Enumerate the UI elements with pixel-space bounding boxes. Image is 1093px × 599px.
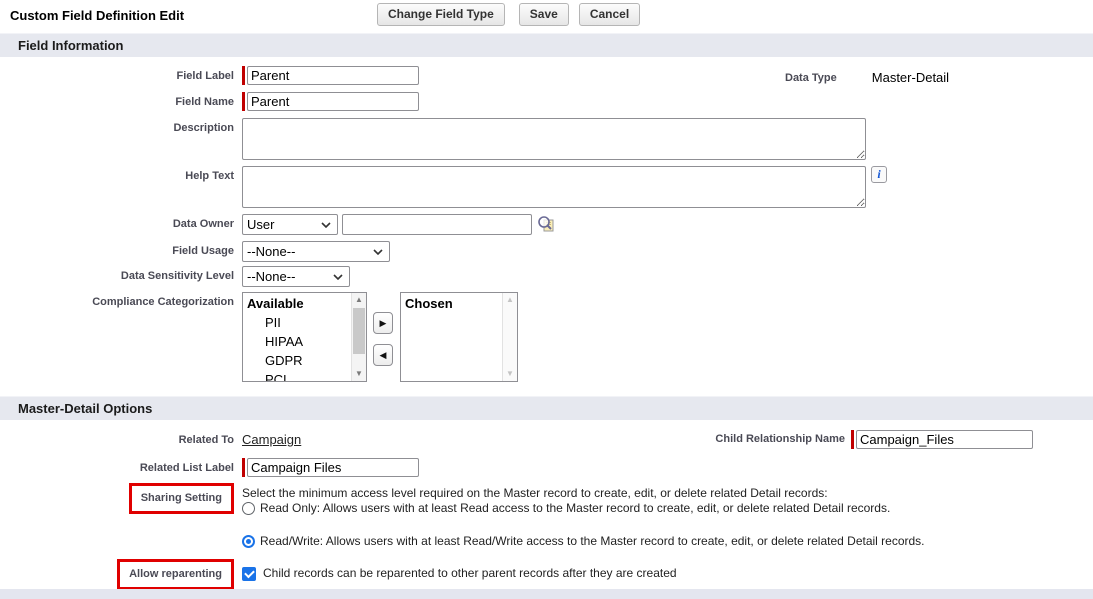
required-indicator [851,430,854,449]
master-detail-section-header: Master-Detail Options [0,396,1093,420]
compliance-categorization-row: Compliance Categorization Available PII … [0,292,1093,382]
move-left-button[interactable]: ◀ [373,344,393,366]
chevron-down-icon [373,249,383,255]
related-to-label: Related To [0,432,234,447]
read-only-radio-label: Read Only: Allows users with at least Re… [260,501,890,516]
field-usage-row: Field Usage --None-- [0,241,1093,262]
field-name-row: Field Name [0,92,1093,111]
data-sensitivity-row: Data Sensitivity Level --None-- [0,266,1093,287]
chevron-down-icon [321,222,331,228]
data-owner-label: Data Owner [0,214,234,231]
lookup-magnifier-icon[interactable] [536,214,556,234]
data-sensitivity-label: Data Sensitivity Level [0,266,234,283]
list-item[interactable]: HIPAA [247,332,366,351]
description-row: Description [0,118,1093,160]
chosen-list-header: Chosen [405,294,517,313]
description-textarea[interactable] [242,118,866,160]
required-indicator [242,66,245,85]
required-indicator [242,458,245,477]
chosen-list-scrollbar: ▲ ▼ [502,293,517,381]
sharing-setting-row: Sharing Setting Select the minimum acces… [0,483,1093,549]
allow-reparenting-label-cell: Allow reparenting [0,559,234,590]
field-name-label: Field Name [0,92,234,109]
field-information-section-header: Field Information [0,33,1093,57]
child-relationship-name-label: Child Relationship Name [700,433,845,446]
available-list-scrollbar[interactable]: ▲ ▼ [351,293,366,381]
help-text-label: Help Text [0,166,234,183]
required-indicator [242,92,245,111]
read-write-option: Read/Write: Allows users with at least R… [242,534,925,549]
read-write-radio[interactable] [242,535,255,548]
available-list-header: Available [247,294,366,313]
page-header: Custom Field Definition Edit Change Fiel… [0,0,1093,30]
allow-reparenting-row: Allow reparenting Child records can be r… [0,559,1093,590]
data-type-value: Master-Detail [872,70,949,85]
change-field-type-button[interactable]: Change Field Type [377,3,505,26]
compliance-chosen-listbox[interactable]: Chosen ▲ ▼ [400,292,518,382]
field-usage-label: Field Usage [0,241,234,258]
related-list-label-row: Related List Label [0,458,1093,477]
sharing-setting-label-cell: Sharing Setting [0,483,234,514]
scroll-down-icon[interactable]: ▼ [352,367,366,381]
scrollbar-thumb[interactable] [353,308,365,354]
help-text-info-icon[interactable]: i [871,166,887,183]
related-list-label-label: Related List Label [0,458,234,475]
data-owner-row: Data Owner User [0,214,1093,235]
save-button[interactable]: Save [519,3,569,26]
list-item[interactable]: GDPR [247,351,366,370]
help-text-textarea[interactable] [242,166,866,208]
field-name-input[interactable] [247,92,419,111]
master-detail-section-title: Master-Detail Options [18,401,152,416]
read-write-radio-label: Read/Write: Allows users with at least R… [260,534,925,549]
compliance-available-listbox[interactable]: Available PII HIPAA GDPR PCI ▲ ▼ [242,292,367,382]
right-arrow-icon: ▶ [380,318,387,329]
field-information-section-title: Field Information [18,38,123,53]
allow-reparenting-checkbox[interactable] [242,567,256,581]
left-arrow-icon: ◀ [380,350,387,361]
field-usage-selected-value: --None-- [247,244,295,259]
compliance-categorization-label: Compliance Categorization [0,292,234,309]
master-detail-section: Related To Campaign Child Relationship N… [0,420,1093,590]
scroll-up-icon[interactable]: ▲ [352,293,366,307]
allow-reparenting-checkbox-label: Child records can be reparented to other… [263,566,677,581]
bottom-section-bar [0,589,1093,599]
data-owner-lookup-input[interactable] [342,214,532,235]
read-only-option: Read Only: Allows users with at least Re… [242,501,925,516]
field-label-label: Field Label [0,66,234,83]
page-title: Custom Field Definition Edit [10,8,184,23]
scroll-down-icon: ▼ [503,367,517,381]
move-right-button[interactable]: ▶ [373,312,393,334]
allow-reparenting-annotation-box: Allow reparenting [117,559,234,590]
child-relationship-name-row: Child Relationship Name [700,430,1033,449]
data-sensitivity-selected-value: --None-- [247,269,295,284]
sharing-setting-annotation-box: Sharing Setting [129,483,234,514]
list-item[interactable]: PCI [247,370,366,382]
scroll-up-icon: ▲ [503,293,517,307]
read-only-radio[interactable] [242,502,255,515]
data-owner-type-select[interactable]: User [242,214,338,235]
field-information-section: Field Label Field Name Description Help … [0,57,1093,396]
data-type-label: Data Type [785,72,837,84]
field-label-input[interactable] [247,66,419,85]
cancel-button[interactable]: Cancel [579,3,640,26]
list-item[interactable]: PII [247,313,366,332]
sharing-setting-label: Sharing Setting [141,492,222,504]
field-usage-select[interactable]: --None-- [242,241,390,262]
data-type-row: Data Type Master-Detail [785,70,949,85]
description-label: Description [0,118,234,135]
allow-reparenting-label: Allow reparenting [129,568,222,580]
chevron-down-icon [333,274,343,280]
toolbar: Change Field Type Save Cancel [377,3,640,26]
help-text-row: Help Text i [0,166,1093,208]
related-list-label-input[interactable] [247,458,419,477]
related-to-link[interactable]: Campaign [242,432,301,448]
sharing-setting-intro: Select the minimum access level required… [242,486,925,501]
data-owner-selected-value: User [247,217,274,232]
data-sensitivity-select[interactable]: --None-- [242,266,350,287]
child-relationship-name-input[interactable] [856,430,1033,449]
